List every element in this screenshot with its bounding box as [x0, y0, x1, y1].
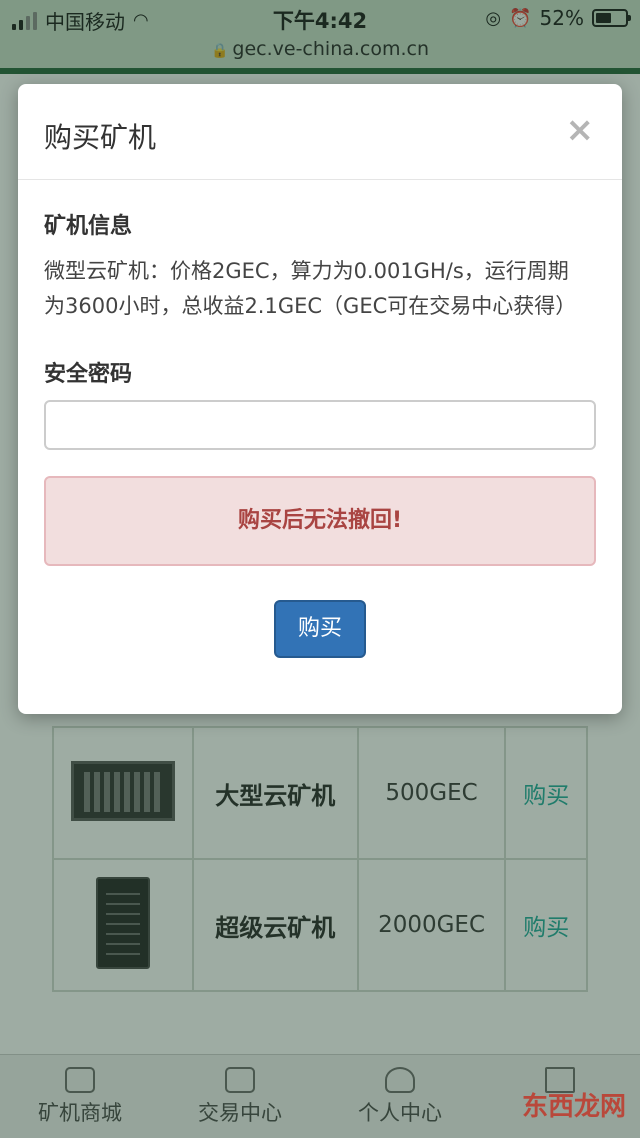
warning-alert: 购买后无法撤回! — [44, 476, 596, 566]
watermark: 东西龙网 — [521, 1092, 626, 1122]
modal-header: 购买矿机 × — [18, 84, 622, 180]
info-text: 微型云矿机：价格2GEC，算力为0.001GH/s，运行周期为3600小时，总收… — [44, 259, 577, 318]
close-icon[interactable]: × — [566, 110, 595, 150]
info-label: 矿机信息 — [44, 214, 133, 239]
purchase-modal: 购买矿机 × 矿机信息 微型云矿机：价格2GEC，算力为0.001GH/s，运行… — [18, 84, 622, 714]
buy-button-wrap: 购买 — [44, 600, 596, 658]
password-input[interactable] — [44, 400, 596, 450]
password-label: 安全密码 — [44, 362, 133, 387]
buy-button[interactable]: 购买 — [274, 600, 366, 658]
modal-body: 矿机信息 微型云矿机：价格2GEC，算力为0.001GH/s，运行周期为3600… — [18, 180, 622, 658]
modal-title: 购买矿机 — [44, 121, 157, 154]
